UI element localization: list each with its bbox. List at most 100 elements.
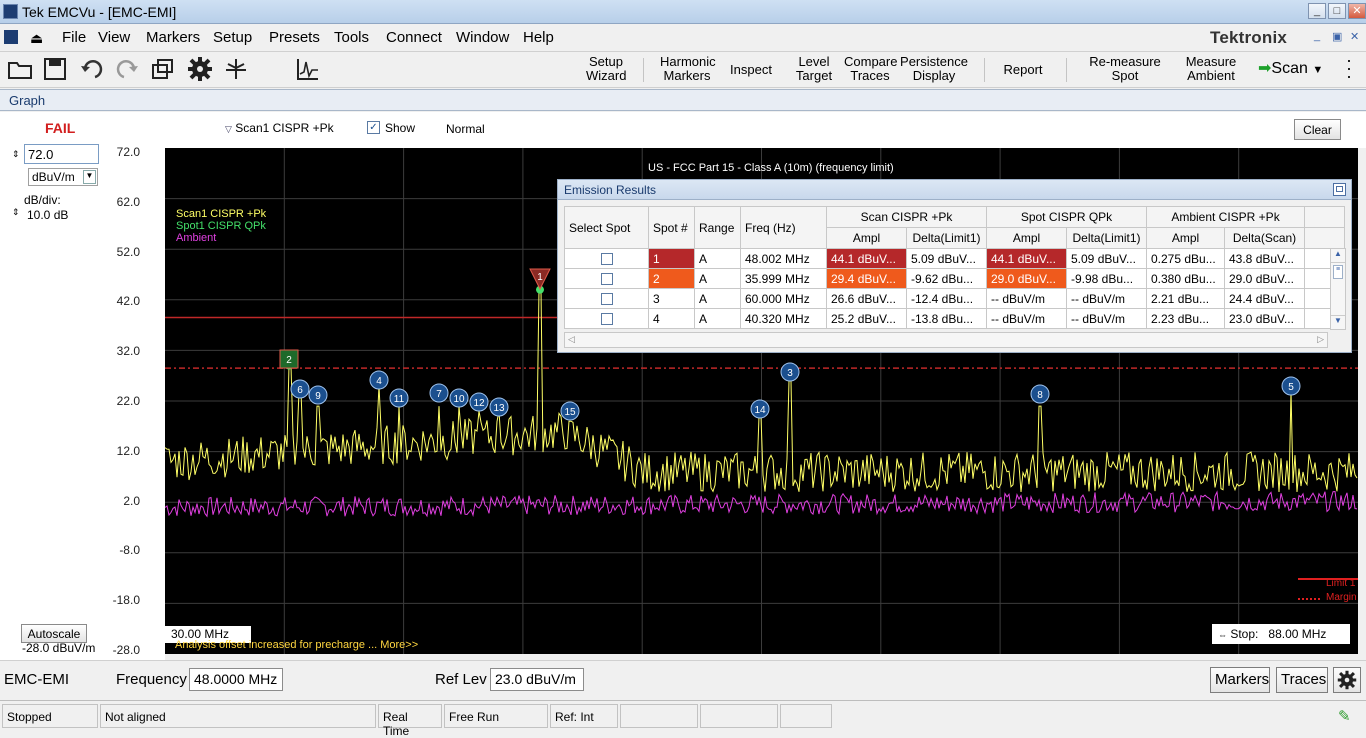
collapse-icon[interactable]: ⏏ — [30, 30, 43, 47]
col-scan-delta[interactable]: Delta(Limit1) — [906, 227, 987, 249]
menu-view[interactable]: View — [98, 29, 130, 46]
select-spot-cell — [564, 268, 649, 289]
antenna-icon[interactable] — [223, 56, 249, 82]
col-ambient-delta[interactable]: Delta(Scan) — [1224, 227, 1305, 249]
ref-level-field[interactable]: 23.0 dBuV/m — [490, 668, 584, 691]
horizontal-scrollbar[interactable]: ◁ ▷ — [564, 332, 1328, 348]
brand-logo: Tektronix — [1210, 28, 1288, 47]
trace-mode[interactable]: Normal — [446, 122, 485, 136]
col-ambient-ampl[interactable]: Ampl — [1146, 227, 1225, 249]
menu-presets[interactable]: Presets — [269, 29, 320, 46]
mdi-restore-icon[interactable]: ▣ — [1332, 30, 1342, 43]
measure-ambient-button[interactable]: Measure Ambient — [1180, 55, 1242, 83]
col-scan-ampl[interactable]: Ampl — [826, 227, 907, 249]
traces-button[interactable]: Traces — [1276, 667, 1328, 693]
dbdiv-value[interactable]: 10.0 dB — [27, 208, 68, 222]
menu-window[interactable]: Window — [456, 29, 509, 46]
scroll-left-icon[interactable]: ◁ — [568, 334, 575, 345]
col-range[interactable]: Range — [694, 206, 741, 249]
open-folder-icon[interactable] — [7, 56, 33, 82]
toolbar-separator — [984, 58, 985, 82]
setup-wizard-button[interactable]: Setup Wizard — [586, 55, 626, 83]
group-ambient: Ambient CISPR +Pk — [1146, 206, 1305, 228]
gear-icon[interactable] — [187, 56, 213, 82]
y-tick-label: 62.0 — [116, 194, 140, 209]
table-row[interactable]: 4 A 40.320 MHz 25.2 dBuV... -13.8 dBu... -- d… — [564, 308, 1345, 329]
table-cell: 4 — [648, 308, 695, 329]
maximize-button[interactable]: □ — [1328, 3, 1346, 19]
settings-button[interactable] — [1333, 667, 1361, 693]
ref-level-input[interactable]: 72.0 — [24, 144, 99, 164]
select-spot-checkbox[interactable] — [600, 313, 613, 326]
close-button[interactable]: ✕ — [1348, 3, 1366, 19]
table-row[interactable]: 1 A 48.002 MHz 44.1 dBuV... 5.09 dBuV... 44.1… — [564, 248, 1345, 269]
persistence-display-button[interactable]: Persistence Display — [900, 55, 968, 83]
status-message[interactable]: Analysis offset increased for precharge … — [175, 639, 418, 651]
col-spot-delta[interactable]: Delta(Limit1) — [1066, 227, 1147, 249]
menu-help[interactable]: Help — [523, 29, 554, 46]
vertical-scrollbar[interactable]: ▲ ≡ ▼ — [1330, 248, 1346, 330]
scroll-up-icon[interactable]: ▲ — [1331, 249, 1345, 263]
trace-select[interactable]: ▽ Scan1 CISPR +Pk — [225, 121, 334, 135]
scroll-down-icon[interactable]: ▼ — [1331, 315, 1345, 329]
scroll-thumb[interactable]: ≡ — [1333, 265, 1343, 279]
table-cell: 23.0 dBuV... — [1224, 308, 1305, 329]
maximize-icon[interactable] — [1333, 183, 1346, 196]
more-options-icon[interactable]: · · · — [1346, 51, 1352, 85]
menu-setup[interactable]: Setup — [213, 29, 252, 46]
marker-label: 10 — [453, 394, 465, 405]
level-target-button[interactable]: Level Target — [794, 55, 834, 83]
markers-button[interactable]: Markers — [1210, 667, 1270, 693]
menu-tools[interactable]: Tools — [334, 29, 369, 46]
drag-handle-icon[interactable]: ⇕ — [12, 207, 20, 218]
menu-connect[interactable]: Connect — [386, 29, 442, 46]
stop-label: Stop: — [1230, 627, 1259, 641]
report-button[interactable]: Report — [1000, 63, 1046, 77]
chevron-down-icon: ▽ — [225, 124, 232, 134]
minimize-button[interactable]: _ — [1308, 3, 1326, 19]
col-spot-number[interactable]: Spot # — [648, 206, 695, 249]
show-checkbox[interactable]: ✓ — [367, 121, 380, 134]
windows-icon[interactable] — [150, 56, 176, 82]
select-spot-checkbox[interactable] — [600, 253, 613, 266]
status-bar: Stopped Not aligned Real Time Free Run R… — [0, 700, 1366, 738]
clear-button[interactable]: Clear — [1294, 119, 1341, 140]
marker-label: 3 — [787, 368, 793, 379]
scan-button[interactable]: ➡Scan ▼ — [1258, 58, 1323, 78]
table-cell: -- dBuV/m — [986, 288, 1067, 309]
menu-markers[interactable]: Markers — [146, 29, 200, 46]
drag-handle-icon[interactable]: ⇕ — [12, 149, 20, 160]
stop-frequency[interactable]: ⇔ Stop: 88.00 MHz — [1212, 624, 1350, 644]
arrow-right-icon: ➡ — [1258, 60, 1272, 77]
table-cell: 44.1 dBuV... — [986, 248, 1067, 269]
redo-icon[interactable] — [114, 56, 140, 82]
mdi-minimize-icon[interactable]: _ — [1314, 30, 1320, 42]
menu-file[interactable]: File — [62, 29, 86, 46]
col-freq[interactable]: Freq (Hz) — [740, 206, 827, 249]
col-spot-ampl[interactable]: Ampl — [986, 227, 1067, 249]
undo-icon[interactable] — [79, 56, 105, 82]
col-select-spot[interactable]: Select Spot — [564, 206, 649, 249]
table-cell: A — [694, 268, 741, 289]
fail-status: FAIL — [45, 120, 76, 136]
unit-select[interactable]: dBuV/m ▼ — [28, 168, 98, 186]
marker-label: 5 — [1288, 382, 1294, 393]
spectrum-icon[interactable] — [295, 56, 321, 82]
scroll-right-icon[interactable]: ▷ — [1317, 334, 1324, 345]
graph-panel-header: Graph — [0, 89, 1366, 111]
table-row[interactable]: 3 A 60.000 MHz 26.6 dBuV... -12.4 dBu... -- d… — [564, 288, 1345, 309]
table-cell: 24.4 dBuV... — [1224, 288, 1305, 309]
y-tick-label: 12.0 — [116, 443, 140, 458]
marker-label: 8 — [1037, 390, 1043, 401]
select-spot-checkbox[interactable] — [600, 273, 613, 286]
table-row[interactable]: 2 A 35.999 MHz 29.4 dBuV... -9.62 dBu... 29.0… — [564, 268, 1345, 289]
select-spot-checkbox[interactable] — [600, 293, 613, 306]
compare-traces-button[interactable]: Compare Traces — [844, 55, 897, 83]
remeasure-spot-button[interactable]: Re-measure Spot — [1088, 55, 1162, 83]
mdi-close-icon[interactable]: ✕ — [1350, 30, 1359, 43]
save-icon[interactable] — [42, 56, 68, 82]
inspect-button[interactable]: Inspect — [728, 63, 774, 77]
harmonic-markers-button[interactable]: Harmonic Markers — [660, 55, 716, 83]
app-menu-icon[interactable] — [4, 30, 18, 44]
frequency-input[interactable]: 48.0000 MHz — [189, 668, 283, 691]
